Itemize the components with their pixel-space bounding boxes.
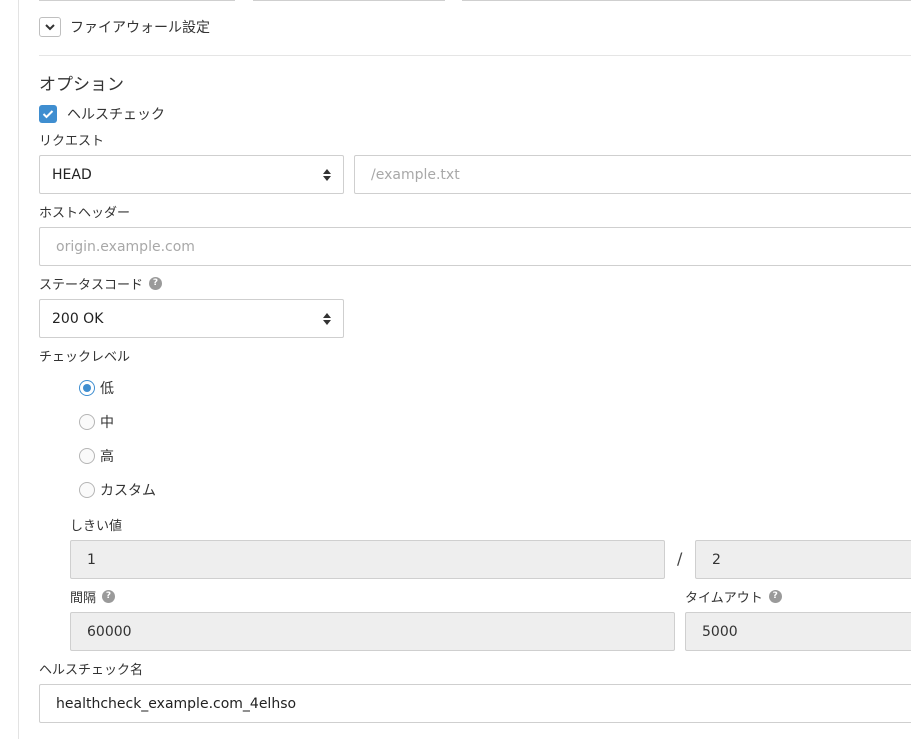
request-method-value: HEAD bbox=[52, 166, 92, 183]
host-header-label: ホストヘッダー bbox=[39, 206, 131, 221]
status-code-select[interactable]: 200 OK bbox=[39, 299, 344, 338]
help-icon[interactable]: ? bbox=[149, 277, 163, 290]
healthcheck-checkbox-row[interactable]: ヘルスチェック bbox=[39, 104, 165, 124]
status-code-label: ステータスコード ? bbox=[39, 274, 163, 293]
top-field-stub bbox=[39, 0, 235, 1]
radio-button[interactable] bbox=[79, 414, 95, 430]
chevron-down-icon bbox=[45, 23, 55, 30]
status-code-value: 200 OK bbox=[52, 310, 104, 327]
top-field-stub bbox=[253, 0, 445, 1]
host-header-input[interactable]: origin.example.com bbox=[39, 227, 911, 266]
check-level-option-low[interactable]: 低 bbox=[79, 378, 114, 398]
request-method-select[interactable]: HEAD bbox=[39, 155, 344, 194]
select-arrows-icon bbox=[323, 312, 331, 325]
healthcheck-checkbox[interactable] bbox=[39, 105, 57, 123]
timeout-label: タイムアウト ? bbox=[685, 587, 782, 606]
select-arrows-icon bbox=[323, 168, 331, 181]
radio-button[interactable] bbox=[79, 448, 95, 464]
check-level-option-high[interactable]: 高 bbox=[79, 446, 114, 466]
interval-label: 間隔 ? bbox=[70, 587, 116, 606]
radio-button[interactable] bbox=[79, 380, 95, 396]
threshold-separator: / bbox=[677, 549, 683, 568]
healthcheck-label: ヘルスチェック bbox=[67, 107, 165, 123]
threshold-healthy-input[interactable]: 1 bbox=[70, 540, 665, 579]
healthcheck-name-input[interactable]: healthcheck_example.com_4elhso bbox=[39, 684, 911, 723]
help-icon[interactable]: ? bbox=[768, 590, 782, 603]
healthcheck-name-label: ヘルスチェック名 bbox=[39, 663, 144, 678]
checkmark-icon bbox=[42, 110, 54, 119]
top-field-stub bbox=[462, 0, 911, 1]
options-title: オプション bbox=[39, 75, 124, 95]
check-level-option-medium[interactable]: 中 bbox=[79, 412, 114, 432]
radio-button[interactable] bbox=[79, 482, 95, 498]
firewall-settings-label: ファイアウォール設定 bbox=[70, 20, 210, 36]
divider bbox=[39, 55, 911, 56]
threshold-label: しきい値 bbox=[70, 519, 123, 534]
firewall-settings-toggle[interactable]: ファイアウォール設定 bbox=[39, 17, 210, 37]
help-icon[interactable]: ? bbox=[102, 590, 116, 603]
left-rail bbox=[18, 0, 19, 739]
check-level-option-custom[interactable]: カスタム bbox=[79, 480, 156, 500]
request-path-input[interactable]: /example.txt bbox=[354, 155, 911, 194]
check-level-label: チェックレベル bbox=[39, 350, 131, 365]
interval-input[interactable]: 60000 bbox=[70, 612, 675, 651]
request-label: リクエスト bbox=[39, 134, 105, 149]
collapse-button[interactable] bbox=[39, 17, 61, 37]
timeout-input[interactable]: 5000 bbox=[685, 612, 911, 651]
threshold-unhealthy-input[interactable]: 2 bbox=[695, 540, 911, 579]
